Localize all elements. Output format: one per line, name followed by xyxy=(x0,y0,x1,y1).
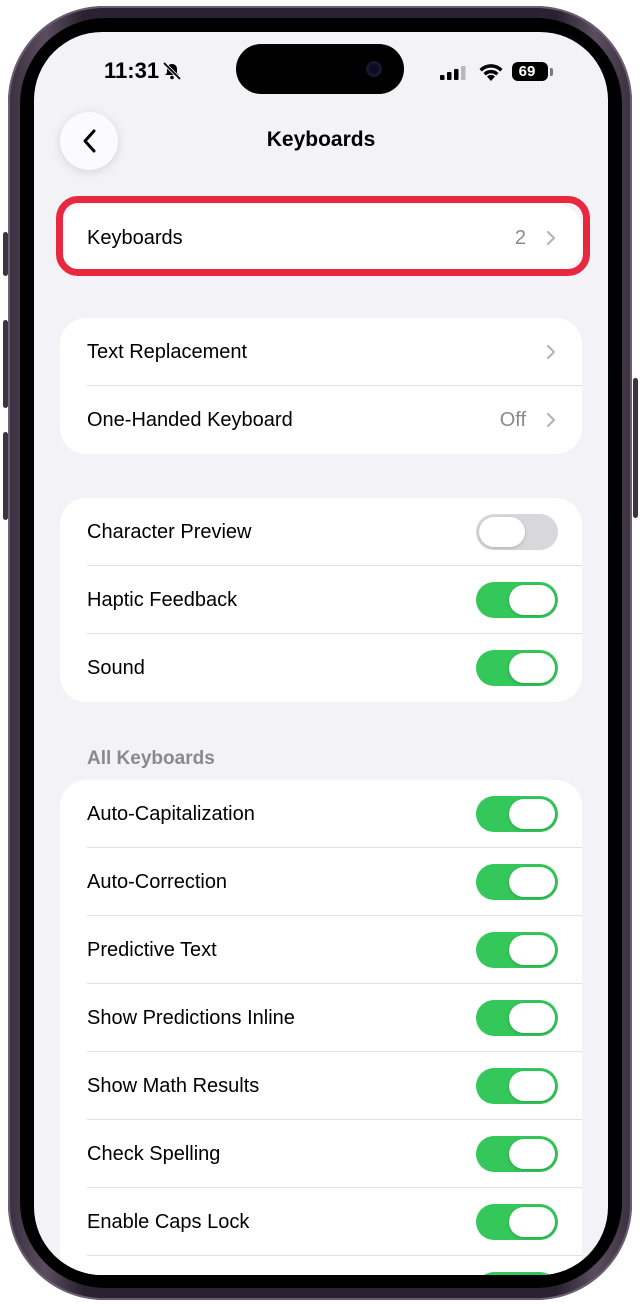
cellular-signal-icon xyxy=(440,66,466,80)
partial-toggle[interactable] xyxy=(476,1272,558,1275)
toggle-knob xyxy=(509,935,555,965)
toggle-knob xyxy=(509,653,555,683)
toggle-knob xyxy=(509,585,555,615)
next-row-partial xyxy=(60,1256,582,1275)
feedback-group: Character Preview Haptic Feedback Sound xyxy=(60,498,582,702)
wifi-icon xyxy=(479,64,503,81)
section-header-all-keyboards: All Keyboards xyxy=(87,748,215,769)
dynamic-island xyxy=(236,44,404,94)
chevron-right-icon xyxy=(546,412,556,428)
haptic-feedback-row: Haptic Feedback xyxy=(60,566,582,634)
haptic-feedback-toggle[interactable] xyxy=(476,582,558,618)
check-spelling-row: Check Spelling xyxy=(60,1120,582,1188)
show-math-results-row: Show Math Results xyxy=(60,1052,582,1120)
battery-icon: 69 xyxy=(512,62,548,81)
row-label: Auto-Capitalization xyxy=(87,802,255,825)
text-replacement-row[interactable]: Text Replacement xyxy=(60,318,582,386)
auto-capitalization-row: Auto-Capitalization xyxy=(60,780,582,848)
row-label: Show Predictions Inline xyxy=(87,1006,295,1029)
character-preview-toggle[interactable] xyxy=(476,514,558,550)
auto-correction-toggle[interactable] xyxy=(476,864,558,900)
battery-level: 69 xyxy=(518,63,536,80)
check-spelling-toggle[interactable] xyxy=(476,1136,558,1172)
row-label: Haptic Feedback xyxy=(87,588,238,611)
text-options-group: Text Replacement One-Handed Keyboard Off xyxy=(60,318,582,454)
silent-bell-icon xyxy=(162,62,182,80)
one-handed-keyboard-row[interactable]: One-Handed Keyboard Off xyxy=(60,386,582,454)
toggle-knob xyxy=(509,1207,555,1237)
character-preview-row: Character Preview xyxy=(60,498,582,566)
battery-tip xyxy=(550,68,553,76)
auto-capitalization-toggle[interactable] xyxy=(476,796,558,832)
row-label: One-Handed Keyboard xyxy=(87,408,293,431)
sound-toggle[interactable] xyxy=(476,650,558,686)
toggle-knob xyxy=(479,517,525,547)
show-predictions-inline-toggle[interactable] xyxy=(476,1000,558,1036)
screen: 11:31 69 Keyboards Keyboards 2 Text Repl… xyxy=(34,32,608,1275)
highlight-annotation xyxy=(56,196,590,276)
predictive-text-toggle[interactable] xyxy=(476,932,558,968)
enable-caps-lock-toggle[interactable] xyxy=(476,1204,558,1240)
toggle-knob xyxy=(509,1071,555,1101)
row-label: Predictive Text xyxy=(87,938,217,961)
chevron-right-icon xyxy=(546,344,556,360)
sound-row: Sound xyxy=(60,634,582,702)
camera-icon xyxy=(366,61,382,77)
volume-up-button xyxy=(3,320,8,408)
volume-down-button xyxy=(3,432,8,520)
toggle-knob xyxy=(509,1003,555,1033)
row-label: Text Replacement xyxy=(87,340,248,363)
toggle-knob xyxy=(509,867,555,897)
enable-caps-lock-row: Enable Caps Lock xyxy=(60,1188,582,1256)
row-label: Sound xyxy=(87,656,145,679)
toggle-knob xyxy=(509,799,555,829)
status-time: 11:31 xyxy=(104,58,160,83)
row-label: Check Spelling xyxy=(87,1142,221,1165)
row-value: Off xyxy=(499,408,526,431)
show-predictions-inline-row: Show Predictions Inline xyxy=(60,984,582,1052)
row-label: Auto-Correction xyxy=(87,870,228,893)
predictive-text-row: Predictive Text xyxy=(60,916,582,984)
show-math-results-toggle[interactable] xyxy=(476,1068,558,1104)
power-button xyxy=(633,378,638,518)
all-keyboards-group: Auto-Capitalization Auto-Correction Pred… xyxy=(60,780,582,1275)
toggle-knob xyxy=(509,1139,555,1169)
row-label: Character Preview xyxy=(87,520,252,543)
action-button xyxy=(3,232,8,276)
row-label: Enable Caps Lock xyxy=(87,1210,250,1233)
row-label: Show Math Results xyxy=(87,1074,260,1097)
auto-correction-row: Auto-Correction xyxy=(60,848,582,916)
page-title: Keyboards xyxy=(266,128,376,151)
